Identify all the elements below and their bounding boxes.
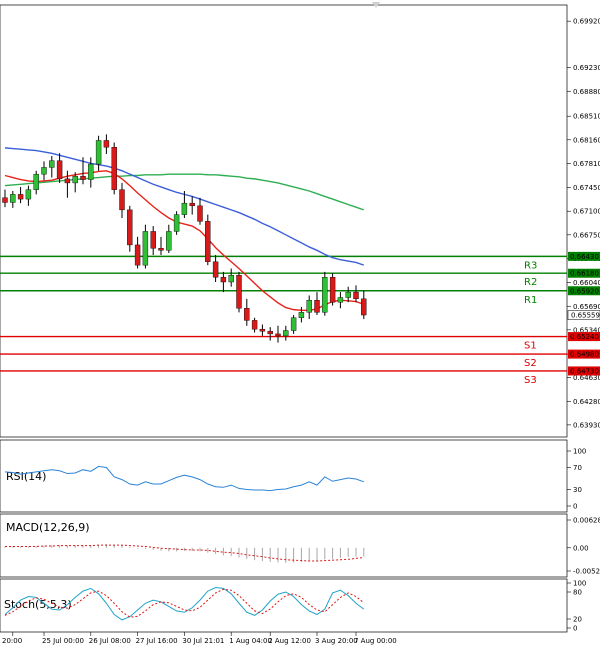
bull-candle [173,214,180,232]
stoch-tick-label: 0 [573,625,577,633]
level-tag-label-r2: 0.66180 [570,270,599,278]
bear-candle [158,248,164,251]
price-tick-label: 0.68160 [573,136,600,144]
macd-tick-label: -0.005248 [573,568,600,576]
time-tick-label: 27 Jul 16:00 [136,637,178,645]
level-tag-label-r3: 0.66430 [570,253,599,261]
bull-candle [88,163,94,180]
last-price-marker: 0.65559 [567,310,600,320]
bull-candle [10,194,16,203]
bear-candle [244,308,250,321]
rsi-tick-label: 0 [573,503,577,511]
bull-candle [181,202,188,215]
bull-candle [283,330,289,337]
bull-candle [142,231,149,266]
bear-candle [361,298,367,316]
rsi-tick-label: 30 [573,486,582,494]
price-tick-label: 0.69230 [573,64,600,72]
macd-tick-label: 0.006286 [573,517,600,525]
level-tag-label-s2: 0.64980 [570,351,599,359]
level-label-r1: R1 [524,295,537,306]
bull-candle [25,189,32,200]
bear-candle [56,160,63,180]
level-label-s2: S2 [524,358,537,369]
forex-chart: 0.69920 0.69230 0.68880 0.68510 0.68160 0.678… [0,0,600,649]
bear-candle [17,194,24,200]
bull-candle [166,231,172,251]
level-tag-label-r1: 0.65920 [570,287,599,295]
time-tick-label: 20:00 [2,637,22,645]
bear-candle [80,175,86,180]
bear-candle [64,178,71,184]
time-tick-label: 1 Aug 04:00 [229,637,272,645]
bull-candle [322,277,328,313]
bear-candle [111,147,117,190]
price-tick-label: 0.68880 [573,88,600,96]
bear-candle [127,209,133,246]
bull-candle [298,312,305,318]
time-tick-label: 25 Jul 00:00 [42,637,84,645]
bear-candle [220,277,227,283]
bear-candle [189,202,195,207]
bull-candle [290,317,297,331]
bull-candle [306,299,312,313]
stoch-tick-label: 100 [573,580,586,588]
bull-candle [41,167,47,175]
bear-candle [236,275,242,309]
time-tick-label: 3 Aug 20:00 [315,637,358,645]
level-tag-label-s3: 0.64730 [570,367,599,375]
rsi-tick-label: 100 [573,448,586,456]
bear-candle [275,333,281,337]
bull-candle [49,160,55,168]
bear-candle [2,197,8,203]
bull-candle [72,175,78,184]
bear-candle [353,291,359,300]
chart-background [0,0,600,649]
bull-candle [228,275,234,283]
bear-candle [212,261,219,278]
level-tag-label-s1: 0.65240 [570,333,599,341]
level-label-s3: S3 [524,375,537,386]
bear-candle [259,328,266,332]
time-tick-label: 7 Aug 00:00 [354,637,397,645]
stoch-tick-label: 80 [573,589,582,597]
bear-candle [329,277,336,303]
level-label-r2: R2 [524,277,537,288]
price-tick-label: 0.66040 [573,279,600,287]
price-tick-label: 0.63930 [573,421,600,429]
bear-candle [314,299,320,313]
price-tick-label: 0.66750 [573,231,600,239]
bear-candle [150,231,156,249]
price-tick-label: 0.67810 [573,160,600,168]
macd-tick-label: 0.00 [573,544,589,552]
level-label-s1: S1 [524,341,537,352]
price-tick-label: 0.67100 [573,208,600,216]
time-tick-label: 30 Jul 21:01 [182,637,224,645]
bull-candle [345,291,351,298]
bear-candle [134,244,141,266]
price-tick-label: 0.64280 [573,398,600,406]
stoch-tick-label: 20 [573,616,582,624]
price-tick-label: 0.67450 [573,184,600,192]
time-tick-label: 2 Aug 12:00 [268,637,311,645]
level-label-r3: R3 [524,260,537,271]
rsi-tick-label: 70 [573,464,582,472]
bull-candle [95,140,102,165]
bear-candle [103,140,110,148]
bear-candle [119,189,125,211]
macd-label: MACD(12,26,9) [6,521,90,534]
time-tick-label: 26 Jul 08:00 [89,637,131,645]
price-tick-label: 0.69920 [573,18,600,26]
price-tick-label: 0.65690 [573,303,600,311]
bull-candle [337,297,344,303]
bear-candle [205,221,211,262]
bear-candle [251,320,258,330]
bear-candle [267,330,273,335]
bear-candle [197,205,203,222]
last-price-label: 0.65559 [571,312,600,320]
price-tick-label: 0.68510 [573,113,600,121]
bull-candle [33,173,39,190]
